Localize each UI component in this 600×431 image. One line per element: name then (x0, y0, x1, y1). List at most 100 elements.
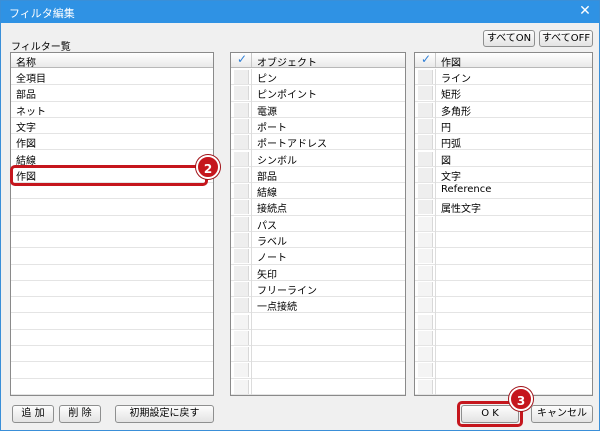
empty-checkbox-cell (418, 249, 433, 264)
object-item-label: 電源 (257, 106, 277, 118)
row-checkbox[interactable] (234, 118, 249, 133)
row-checkbox[interactable] (234, 151, 249, 166)
object-item-row[interactable]: ノート (231, 248, 405, 265)
drawing-item-row[interactable]: Reference (415, 183, 592, 200)
object-list[interactable]: ✓ オブジェクト ピン ピンポイント電源 ポートポートアドレス シンボル部品 結線 接続点… (230, 52, 406, 396)
empty-checkbox-cell (418, 216, 433, 231)
row-checkbox[interactable] (234, 184, 249, 199)
delete-button[interactable]: 削 除 (59, 405, 101, 423)
drawing-item-row[interactable]: 文字 (415, 167, 592, 184)
empty-checkbox-cell (418, 314, 433, 329)
empty-row (11, 379, 213, 395)
empty-row (415, 346, 592, 363)
object-item-row[interactable]: 矢印 (231, 265, 405, 281)
drawing-item-label: 多角形 (441, 106, 471, 118)
object-item-row[interactable]: 電源 (231, 102, 405, 118)
row-checkbox[interactable] (418, 102, 433, 117)
drawing-item-row[interactable]: 図 (415, 151, 592, 167)
drawing-item-row[interactable]: ライン (415, 69, 592, 86)
object-item-row[interactable]: ラベル (231, 232, 405, 249)
step-2-badge: 2 (196, 155, 220, 179)
object-item-label: パス (257, 220, 277, 232)
window-title: フィルタ編集 (9, 7, 75, 20)
cancel-button[interactable]: キャンセル (531, 405, 593, 423)
add-button[interactable]: 追 加 (12, 405, 54, 423)
object-item-label: ポートアドレス (257, 139, 327, 151)
drawing-item-label: Reference (441, 184, 492, 196)
empty-row (415, 297, 592, 314)
empty-checkbox-cell (418, 347, 433, 362)
object-item-row[interactable]: フリーライン (231, 281, 405, 298)
row-checkbox[interactable] (234, 135, 249, 150)
check-all-icon[interactable]: ✓ (421, 53, 431, 66)
header-divider (435, 53, 436, 67)
row-checkbox[interactable] (234, 298, 249, 313)
filter-list[interactable]: 名称 全項目 部品 ネット 文字 作図 結線 作図 (10, 52, 214, 396)
object-item-row[interactable]: ポートアドレス (231, 134, 405, 151)
filter-item-label: 文字 (16, 122, 36, 134)
object-item-label: ピン (257, 74, 277, 85)
empty-checkbox-cell (418, 363, 433, 378)
drawing-item-row[interactable]: 多角形 (415, 102, 592, 118)
empty-checkbox-cell (234, 379, 249, 394)
drawing-item-label: 図 (441, 155, 451, 167)
row-checkbox[interactable] (234, 70, 249, 84)
row-checkbox[interactable] (234, 281, 249, 296)
object-item-row[interactable]: ピンポイント (231, 85, 405, 102)
header-divider (251, 53, 252, 67)
check-all-icon[interactable]: ✓ (237, 53, 247, 66)
object-item-row[interactable]: 接続点 (231, 199, 405, 216)
drawing-list[interactable]: ✓ 作図 ライン 矩形 多角形円円弧図文字 Reference 属性文字 (414, 52, 593, 396)
object-item-label: 部品 (257, 171, 277, 183)
row-checkbox[interactable] (418, 184, 433, 199)
row-checkbox[interactable] (234, 265, 249, 280)
empty-row (11, 330, 213, 347)
row-checkbox[interactable] (418, 167, 433, 182)
object-item-row[interactable]: 部品 (231, 167, 405, 184)
drawing-item-row[interactable]: 属性文字 (415, 199, 592, 216)
row-checkbox[interactable] (234, 200, 249, 215)
filter-item-row[interactable]: 文字 (11, 118, 213, 135)
row-checkbox[interactable] (418, 118, 433, 133)
empty-checkbox-cell (418, 281, 433, 296)
row-checkbox[interactable] (418, 70, 433, 84)
object-item-label: シンボル (257, 155, 297, 167)
drawing-item-row[interactable]: 円 (415, 118, 592, 135)
filter-item-row[interactable]: 全項目 (11, 69, 213, 86)
row-checkbox[interactable] (418, 151, 433, 166)
object-list-header: ✓ オブジェクト (231, 53, 405, 69)
object-item-row[interactable]: ポート (231, 118, 405, 135)
row-checkbox[interactable] (234, 102, 249, 117)
all-off-button[interactable]: すべてOFF (539, 30, 593, 47)
empty-checkbox-cell (418, 265, 433, 280)
object-item-row[interactable]: シンボル (231, 151, 405, 167)
drawing-item-row[interactable]: 矩形 (415, 85, 592, 102)
column-divider (251, 69, 252, 395)
drawing-item-label: 円弧 (441, 139, 461, 151)
row-checkbox[interactable] (234, 86, 249, 101)
row-checkbox[interactable] (234, 216, 249, 231)
row-checkbox[interactable] (234, 233, 249, 247)
object-item-row[interactable]: ピン (231, 69, 405, 86)
filter-item-row[interactable]: 作図 (11, 134, 213, 151)
object-item-row[interactable]: パス (231, 216, 405, 232)
empty-checkbox-cell (418, 330, 433, 345)
row-checkbox[interactable] (418, 200, 433, 215)
empty-checkbox-cell (234, 314, 249, 329)
row-checkbox[interactable] (234, 167, 249, 182)
close-icon[interactable]: ✕ (577, 3, 593, 19)
object-item-row[interactable]: 結線 (231, 183, 405, 200)
filter-item-row[interactable]: ネット (11, 102, 213, 118)
reset-defaults-button[interactable]: 初期設定に戻す (115, 405, 214, 423)
empty-row (231, 314, 405, 330)
empty-row (231, 362, 405, 379)
drawing-item-row[interactable]: 円弧 (415, 134, 592, 151)
filter-item-row[interactable]: 部品 (11, 85, 213, 102)
row-checkbox[interactable] (418, 86, 433, 101)
row-checkbox[interactable] (418, 135, 433, 150)
object-item-row[interactable]: 一点接続 (231, 297, 405, 314)
filter-item-label: 全項目 (16, 74, 46, 85)
all-on-button[interactable]: すべてON (483, 30, 535, 47)
empty-row (415, 281, 592, 298)
row-checkbox[interactable] (234, 249, 249, 264)
